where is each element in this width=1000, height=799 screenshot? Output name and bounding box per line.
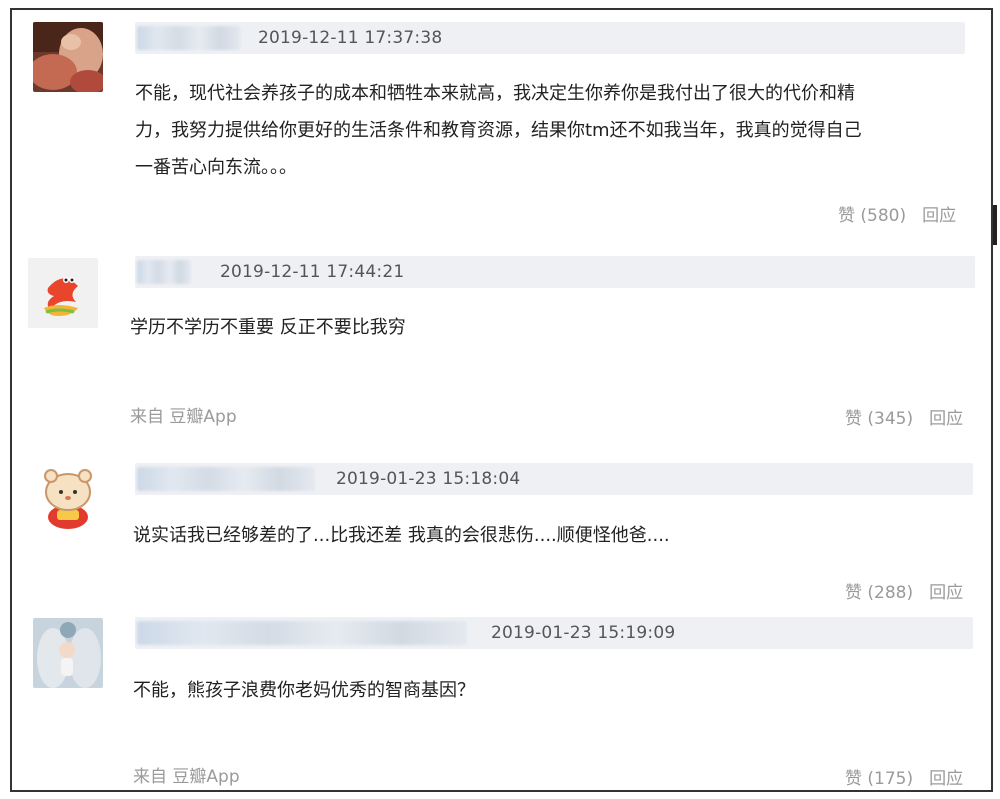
comment-text: 学历不学历不重要 反正不要比我穷 xyxy=(130,309,970,346)
comment-text-line: 一番苦心向东流。。。 xyxy=(135,157,297,178)
comment-text: 说实话我已经够差的了...比我还差 我真的会很悲伤....顺便怪他爸.... xyxy=(133,517,973,554)
timestamp: 2019-12-11 17:44:21 xyxy=(220,262,405,282)
like-button[interactable]: 赞 (580) xyxy=(838,206,906,226)
comment-meta-bar: 2019-01-23 15:19:09 xyxy=(135,617,973,649)
comment-actions: 赞 (175) 回应 xyxy=(845,764,963,789)
comment-text-line: 力，我努力提供给你更好的生活条件和教育资源，结果你tm还不如我当年，我真的觉得自… xyxy=(135,120,862,141)
reply-button[interactable]: 回应 xyxy=(929,583,963,603)
comment-source: 来自 豆瓣App xyxy=(133,767,240,787)
comment-meta-bar: 2019-12-11 17:37:38 xyxy=(135,22,965,54)
comment-text-line: 说实话我已经够差的了...比我还差 我真的会很悲伤....顺便怪他爸.... xyxy=(133,525,670,546)
comment-text-line: 学历不学历不重要 反正不要比我穷 xyxy=(130,317,406,338)
comment-actions: 赞 (580) 回应 xyxy=(838,201,956,226)
username-blurred[interactable] xyxy=(137,260,191,284)
avatar[interactable] xyxy=(33,462,103,532)
like-button[interactable]: 赞 (175) xyxy=(845,769,913,789)
comment-text: 不能，现代社会养孩子的成本和牺牲本来就高，我决定生你养你是我付出了很大的代价和精… xyxy=(135,75,965,186)
scrollbar-mark xyxy=(993,205,997,245)
comment-text-line: 不能，现代社会养孩子的成本和牺牲本来就高，我决定生你养你是我付出了很大的代价和精 xyxy=(135,83,855,104)
reply-button[interactable]: 回应 xyxy=(922,206,956,226)
reply-button[interactable]: 回应 xyxy=(929,769,963,789)
comment-text-line: 不能，熊孩子浪费你老妈优秀的智商基因？ xyxy=(133,680,475,701)
timestamp: 2019-12-11 17:37:38 xyxy=(258,28,443,48)
timestamp: 2019-01-23 15:19:09 xyxy=(491,623,676,643)
avatar[interactable] xyxy=(28,258,98,328)
reply-button[interactable]: 回应 xyxy=(929,409,963,429)
comment-text: 不能，熊孩子浪费你老妈优秀的智商基因？ xyxy=(133,672,973,709)
comment-meta-bar: 2019-01-23 15:18:04 xyxy=(135,463,973,495)
avatar[interactable] xyxy=(33,22,103,92)
comment-meta-bar: 2019-12-11 17:44:21 xyxy=(135,256,975,288)
comment-source: 来自 豆瓣App xyxy=(130,407,237,427)
username-blurred[interactable] xyxy=(137,467,315,491)
like-button[interactable]: 赞 (345) xyxy=(845,409,913,429)
like-button[interactable]: 赞 (288) xyxy=(845,583,913,603)
avatar[interactable] xyxy=(33,618,103,688)
username-blurred[interactable] xyxy=(137,26,241,50)
timestamp: 2019-01-23 15:18:04 xyxy=(336,469,521,489)
comment-actions: 赞 (288) 回应 xyxy=(845,578,963,603)
username-blurred[interactable] xyxy=(137,621,467,645)
comment-actions: 赞 (345) 回应 xyxy=(845,404,963,429)
